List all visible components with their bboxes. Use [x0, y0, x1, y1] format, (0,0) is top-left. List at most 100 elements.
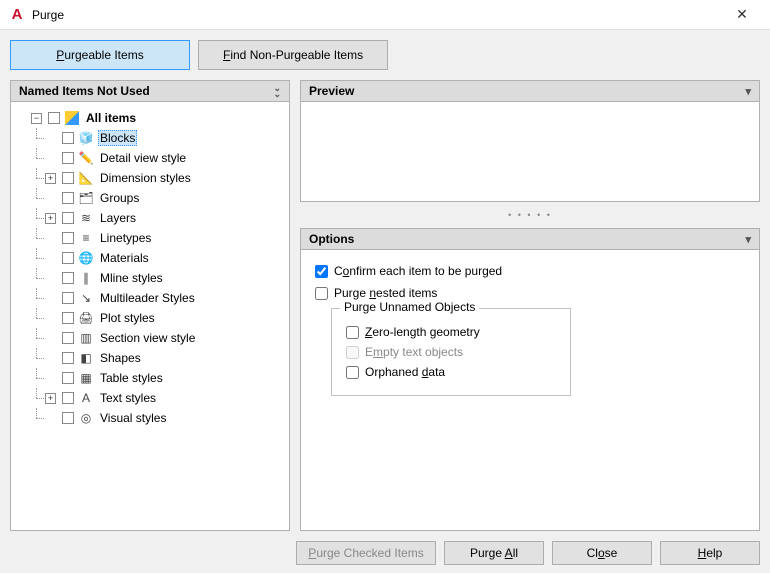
expander-plus-icon[interactable]: +: [45, 393, 56, 404]
tree-checkbox[interactable]: [48, 112, 60, 124]
tree-item[interactable]: +≋Layers: [31, 208, 285, 228]
tab-purgeable-items[interactable]: PPurgeable Itemsurgeable Items: [10, 40, 190, 70]
nested-checkbox[interactable]: [315, 287, 328, 300]
expander-plus-icon[interactable]: +: [45, 213, 56, 224]
tree-item[interactable]: ✏️Detail view style: [31, 148, 285, 168]
tree-item-icon: 🗂: [78, 190, 94, 206]
options-area: Confirm each item to be purged Purge nes…: [300, 250, 760, 531]
tree-checkbox[interactable]: [62, 232, 74, 244]
group-legend: Purge Unnamed Objects: [340, 300, 479, 314]
tree-checkbox[interactable]: [62, 252, 74, 264]
main-row: Named Items Not Used ⌄⌄ − All items 🧊Blo…: [10, 80, 760, 531]
tree-root-label: All items: [84, 111, 138, 125]
tree-checkbox[interactable]: [62, 292, 74, 304]
tree-checkbox[interactable]: [62, 132, 74, 144]
tree-item[interactable]: + A Text styles: [31, 388, 285, 408]
purge-all-button[interactable]: Purge All: [444, 541, 544, 565]
tree-item-icon: ∥: [78, 270, 94, 286]
tree-item[interactable]: ◎Visual styles: [31, 408, 285, 428]
preview-area: [300, 102, 760, 202]
expander-blank: [45, 273, 56, 284]
left-pane-header[interactable]: Named Items Not Used ⌄⌄: [10, 80, 290, 102]
expander-blank: [45, 293, 56, 304]
tabs-row: PPurgeable Itemsurgeable Items Find Non-…: [10, 40, 760, 70]
tree-checkbox[interactable]: [62, 412, 74, 424]
tree-item[interactable]: 🖨Plot styles: [31, 308, 285, 328]
tree-item-label: Detail view style: [98, 151, 188, 165]
tree-checkbox[interactable]: [62, 352, 74, 364]
tree-item-label: Visual styles: [98, 411, 168, 425]
tree-item[interactable]: ▥Section view style: [31, 328, 285, 348]
tree-checkbox[interactable]: [62, 392, 74, 404]
splitter-handle[interactable]: • • • • •: [300, 210, 760, 220]
tree-checkbox[interactable]: [62, 372, 74, 384]
left-pane: Named Items Not Used ⌄⌄ − All items 🧊Blo…: [10, 80, 290, 531]
tree-item-label: Materials: [98, 251, 151, 265]
tree-checkbox[interactable]: [62, 212, 74, 224]
tree-item-label: Section view style: [98, 331, 197, 345]
tree-item-icon: ↘: [78, 290, 94, 306]
tree-item[interactable]: 🧊Blocks: [31, 128, 285, 148]
zero-length-checkbox[interactable]: [346, 326, 359, 339]
right-pane: Preview ▾ • • • • • Options ▾ Confirm ea…: [300, 80, 760, 531]
option-nested[interactable]: Purge nested items: [315, 286, 745, 300]
expander-plus-icon[interactable]: +: [45, 173, 56, 184]
tree-item[interactable]: ∥Mline styles: [31, 268, 285, 288]
tree-item-icon: 📐: [78, 170, 94, 186]
tree-checkbox[interactable]: [62, 152, 74, 164]
collapse-chevrons-icon[interactable]: ⌄⌄: [273, 85, 281, 97]
tree-item-label: Plot styles: [98, 311, 157, 325]
tree-view[interactable]: − All items 🧊Blocks✏️Detail view style+📐…: [10, 102, 290, 531]
tab-find-non-purgeable[interactable]: Find Non-Purgeable ItemsFind Non-Purgeab…: [198, 40, 388, 70]
tree-item[interactable]: 🌐Materials: [31, 248, 285, 268]
tree-checkbox[interactable]: [62, 272, 74, 284]
chevron-down-icon[interactable]: ▾: [745, 233, 751, 246]
chevron-down-icon[interactable]: ▾: [745, 85, 751, 98]
empty-text-checkbox: [346, 346, 359, 359]
expander-minus-icon[interactable]: −: [31, 113, 42, 124]
options-title: Options: [309, 232, 354, 246]
tree-item[interactable]: ▦Table styles: [31, 368, 285, 388]
tree-item-label: Blocks: [98, 130, 137, 146]
tree-item[interactable]: ≡Linetypes: [31, 228, 285, 248]
tree-checkbox[interactable]: [62, 332, 74, 344]
orphaned-data-checkbox[interactable]: [346, 366, 359, 379]
tree-item-label: Text styles: [98, 391, 158, 405]
close-button[interactable]: Close: [552, 541, 652, 565]
help-button[interactable]: Help: [660, 541, 760, 565]
tree-item-label: Layers: [98, 211, 138, 225]
button-row: Purge Checked Items Purge All Close Help: [10, 541, 760, 573]
tree-item[interactable]: ↘Multileader Styles: [31, 288, 285, 308]
tree-item[interactable]: 🗂Groups: [31, 188, 285, 208]
options-header[interactable]: Options ▾: [300, 228, 760, 250]
option-orphaned-data[interactable]: Orphaned data: [346, 365, 556, 379]
tree-item-icon: ◧: [78, 350, 94, 366]
option-zero-length[interactable]: Zero-length geometry: [346, 325, 556, 339]
tree-checkbox[interactable]: [62, 312, 74, 324]
tree-checkbox[interactable]: [62, 172, 74, 184]
close-icon[interactable]: ✕: [722, 1, 762, 29]
tree-root[interactable]: − All items: [31, 108, 285, 128]
tree-item-label: Dimension styles: [98, 171, 193, 185]
expander-blank: [45, 133, 56, 144]
option-empty-text: Empty text objects: [346, 345, 556, 359]
expander-blank: [45, 313, 56, 324]
tree-item-icon: A: [78, 390, 94, 406]
tree-item-icon: 🧊: [78, 130, 94, 146]
purge-unnamed-group: Purge Unnamed Objects Zero-length geomet…: [331, 308, 571, 396]
app-icon: A: [8, 6, 26, 24]
option-confirm[interactable]: Confirm each item to be purged: [315, 264, 745, 278]
titlebar: A Purge ✕: [0, 0, 770, 30]
dialog-content: PPurgeable Itemsurgeable Items Find Non-…: [0, 30, 770, 573]
expander-blank: [45, 373, 56, 384]
preview-panel: Preview ▾: [300, 80, 760, 202]
tree-item[interactable]: ◧Shapes: [31, 348, 285, 368]
tree-item[interactable]: + 📐 Dimension styles: [31, 168, 285, 188]
preview-header[interactable]: Preview ▾: [300, 80, 760, 102]
expander-blank: [45, 193, 56, 204]
tree-checkbox[interactable]: [62, 192, 74, 204]
window-title: Purge: [32, 8, 722, 22]
expander-blank: [45, 233, 56, 244]
confirm-checkbox[interactable]: [315, 265, 328, 278]
left-pane-title: Named Items Not Used: [19, 84, 150, 98]
